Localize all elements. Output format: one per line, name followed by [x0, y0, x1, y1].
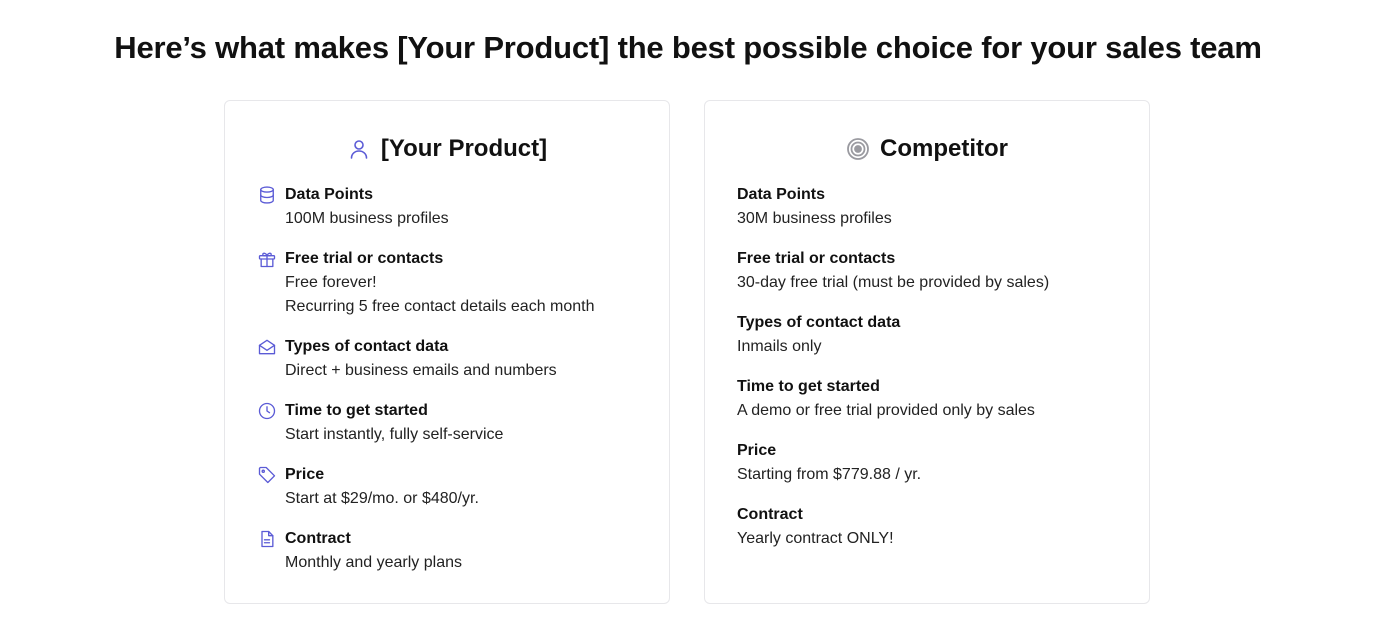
our-product-card: [Your Product] Data Points 100M business… — [224, 100, 670, 604]
feature-value: A demo or free trial provided only by sa… — [737, 402, 1035, 419]
feature-row-free-trial: Free trial or contacts Free forever! Rec… — [257, 247, 657, 319]
competitor-row-data-points: Data Points 30M business profiles — [737, 183, 1137, 231]
competitor-row-price: Price Starting from $779.88 / yr. — [737, 439, 1137, 487]
feature-label: Types of contact data — [285, 338, 449, 355]
feature-row-contact-data: Types of contact data Direct + business … — [257, 335, 657, 383]
our-product-title: [Your Product] — [380, 135, 548, 162]
competitor-row-time-to-start: Time to get started A demo or free trial… — [737, 375, 1137, 423]
our-product-rows: Data Points 100M business profiles Free … — [257, 183, 657, 591]
feature-value: Start at $29/mo. or $480/yr. — [285, 490, 479, 507]
gift-icon — [257, 249, 277, 269]
feature-label: Data Points — [737, 186, 826, 203]
feature-value: 100M business profiles — [285, 210, 449, 227]
competitor-card: Competitor Data Points 30M business prof… — [704, 100, 1150, 604]
feature-row-time-to-start: Time to get started Start instantly, ful… — [257, 399, 657, 447]
feature-value: 30M business profiles — [737, 210, 892, 227]
competitor-header: Competitor — [705, 135, 1149, 163]
feature-label: Free trial or contacts — [285, 250, 444, 267]
feature-label: Time to get started — [737, 378, 880, 395]
target-icon — [846, 137, 870, 161]
competitor-rows: Data Points 30M business profiles Free t… — [737, 183, 1137, 567]
feature-label: Contract — [737, 506, 803, 523]
feature-label: Free trial or contacts — [737, 250, 896, 267]
feature-row-data-points: Data Points 100M business profiles — [257, 183, 657, 231]
competitor-row-contract: Contract Yearly contract ONLY! — [737, 503, 1137, 551]
feature-value: Yearly contract ONLY! — [737, 530, 894, 547]
feature-label: Time to get started — [285, 402, 428, 419]
our-product-header: [Your Product] — [225, 135, 669, 163]
feature-value: Free forever! — [285, 274, 377, 291]
user-icon — [347, 137, 371, 161]
feature-row-price: Price Start at $29/mo. or $480/yr. — [257, 463, 657, 511]
feature-label: Price — [285, 466, 325, 483]
feature-value: Start instantly, fully self-service — [285, 426, 504, 443]
competitor-title: Competitor — [880, 135, 1008, 162]
feature-label: Price — [737, 442, 777, 459]
feature-label: Data Points — [285, 186, 374, 203]
page-title: Here’s what makes [Your Product] the bes… — [114, 30, 1262, 65]
feature-label: Contract — [285, 530, 351, 547]
feature-value: Inmails only — [737, 338, 822, 355]
database-icon — [257, 185, 277, 205]
feature-value: Monthly and yearly plans — [285, 554, 462, 571]
tag-icon — [257, 465, 277, 485]
competitor-row-free-trial: Free trial or contacts 30-day free trial… — [737, 247, 1137, 295]
envelope-open-icon — [257, 337, 277, 357]
feature-value: 30-day free trial (must be provided by s… — [737, 274, 1050, 291]
feature-label: Types of contact data — [737, 314, 901, 331]
competitor-row-contact-data: Types of contact data Inmails only — [737, 311, 1137, 359]
document-icon — [257, 529, 277, 549]
feature-value: Recurring 5 free contact details each mo… — [285, 298, 595, 315]
clock-icon — [257, 401, 277, 421]
feature-row-contract: Contract Monthly and yearly plans — [257, 527, 657, 575]
feature-value: Direct + business emails and numbers — [285, 362, 557, 379]
feature-value: Starting from $779.88 / yr. — [737, 466, 922, 483]
